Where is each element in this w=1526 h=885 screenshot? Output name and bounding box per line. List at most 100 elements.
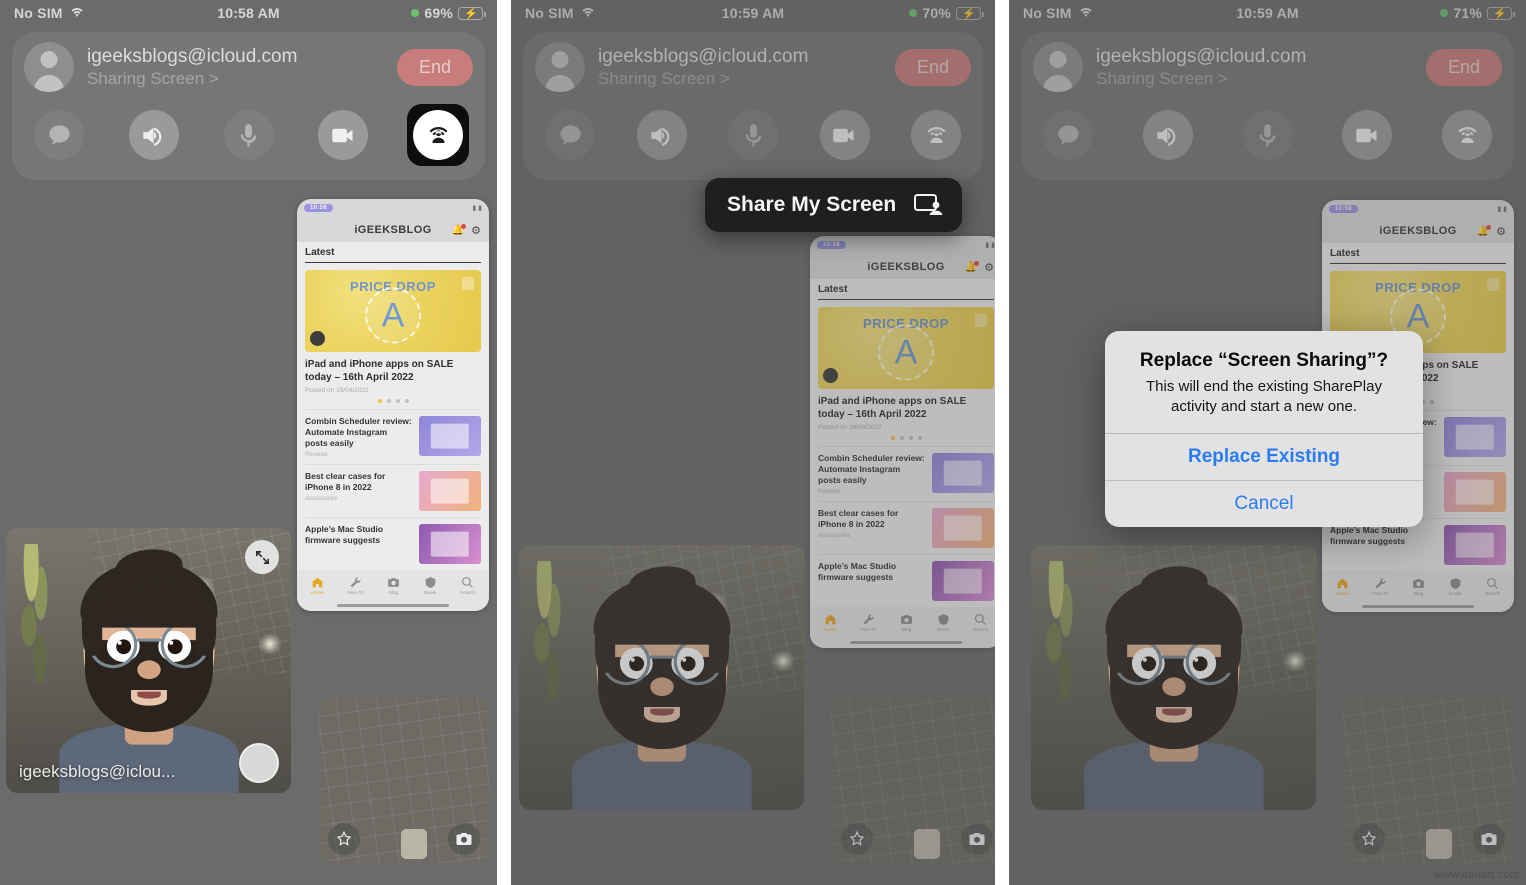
tab-blog[interactable]: Blog [387,576,400,596]
flip-camera-button[interactable] [961,823,993,855]
panel-step-3: No SIM 10:59 AM 71% ⚡ igeeksblogs@icloud… [1009,0,1526,885]
shutter-button[interactable] [239,743,279,783]
list-item[interactable]: Apple’s Mac Studio firmware suggests [305,517,481,570]
tab-search[interactable]: Search [460,576,475,596]
list-item[interactable]: Apple’s Mac Studio firmware suggests [818,554,994,607]
control-speaker-wrap [1137,104,1199,166]
recording-indicator-dot [909,9,918,17]
mute-button[interactable] [728,110,778,160]
shareplay-button[interactable] [1442,110,1492,160]
article-thumbnail [1444,525,1506,566]
tab-home[interactable]: Home [824,613,837,633]
facetime-banner: igeeksblogs@icloud.com Sharing Screen > … [1021,32,1514,180]
video-camera-icon [833,128,854,142]
speaker-button[interactable] [128,110,179,160]
tab-blog[interactable]: Blog [1412,577,1425,597]
tab-deals[interactable]: Deals [937,613,950,633]
remote-video-tile[interactable] [519,545,804,810]
share-my-screen-menu-item[interactable]: Share My Screen [705,178,963,232]
self-view-tile[interactable] [831,698,995,863]
shareplay-button[interactable] [413,110,463,160]
hero-title[interactable]: iPad and iPhone apps on SALE today – 16t… [818,396,994,421]
sharing-status-link[interactable]: Sharing Screen > [598,69,882,89]
tab-search[interactable]: Search [1485,577,1500,597]
flip-camera-button[interactable] [448,823,480,855]
bookmark-icon[interactable] [1487,278,1499,291]
list-item[interactable]: Best clear cases for iPhone 8 in 2022 Ac… [818,501,994,554]
bell-icon[interactable]: 🔔 [965,260,980,273]
tab-deals[interactable]: Deals [424,576,437,596]
bookmark-icon[interactable] [462,277,474,290]
mute-button[interactable] [1242,110,1293,160]
messages-button[interactable] [545,110,595,160]
shared-screen-preview[interactable]: 10:58 ▮ ▮ iGEEKSBLOG 🔔 ⚙ Latest PRICE DR… [297,199,489,611]
speaker-icon [143,127,162,146]
preview-status-icons: ▮ ▮ [1497,206,1507,213]
shared-screen-preview[interactable]: 10:58 ▮ ▮ iGEEKSBLOG 🔔 ⚙ Latest PRICE DR… [810,236,995,648]
speaker-button[interactable] [1142,110,1193,160]
camera-button[interactable] [1342,110,1393,160]
expand-button[interactable] [245,540,279,574]
effects-button[interactable] [1353,823,1385,855]
sharing-status-link[interactable]: Sharing Screen > [87,69,384,89]
flip-camera-button[interactable] [1473,823,1505,855]
effects-button[interactable] [328,823,360,855]
gear-icon[interactable]: ⚙ [471,224,481,237]
end-call-button[interactable]: End [1425,48,1502,86]
avatar [1033,42,1083,92]
carousel-dots[interactable] [305,399,481,403]
bell-icon[interactable]: 🔔 [452,223,467,236]
effects-button[interactable] [841,823,873,855]
gear-icon[interactable]: ⚙ [984,261,994,274]
tab-how-to[interactable]: How-To [347,576,364,596]
messages-button[interactable] [34,110,84,160]
carrier-label: No SIM [14,5,63,21]
tab-home[interactable]: Home [311,576,324,596]
home-indicator [1322,601,1514,612]
microphone-icon [1259,123,1276,147]
tab-home[interactable]: Home [1336,577,1349,597]
replace-existing-button[interactable]: Replace Existing [1105,433,1423,480]
remote-video-tile[interactable]: igeeksblogs@iclou... [6,528,291,793]
list-item[interactable]: Combin Scheduler review: Automate Instag… [305,409,481,464]
camera-button[interactable] [318,110,369,160]
speaker-button[interactable] [636,110,687,160]
mute-button[interactable] [223,110,274,160]
camera-icon [388,578,399,587]
self-view-tile[interactable] [1343,698,1515,863]
carousel-dots[interactable] [818,436,994,440]
participant-email: igeeksblogs@icloud.com [87,45,298,67]
list-item[interactable]: Best clear cases for iPhone 8 in 2022 Ac… [305,464,481,517]
gear-icon[interactable]: ⚙ [1496,225,1506,238]
shareplay-icon [927,126,945,143]
shareplay-button[interactable] [911,110,961,160]
end-call-button[interactable]: End [396,48,473,86]
hero-image[interactable]: PRICE DROP A [818,307,994,389]
status-bar: No SIM 10:59 AM 70% ⚡ [511,0,995,26]
camera-button[interactable] [819,110,870,160]
cancel-button[interactable]: Cancel [1105,480,1423,527]
hero-title[interactable]: iPad and iPhone apps on SALE today – 16t… [305,359,481,384]
remote-video-tile[interactable] [1031,545,1316,810]
author-badge [310,331,325,346]
messages-button[interactable] [1043,110,1093,160]
microphone-icon [745,123,761,147]
app-store-icon: A [365,287,421,344]
self-view-tile[interactable] [318,698,490,863]
end-call-button[interactable]: End [894,48,971,86]
participant-email: igeeksblogs@icloud.com [598,45,809,67]
star-effects-icon [1361,830,1377,846]
tab-search[interactable]: Search [973,613,988,633]
sharing-status-link[interactable]: Sharing Screen > [1096,69,1413,89]
hero-image[interactable]: PRICE DROP A [305,270,481,352]
bell-icon[interactable]: 🔔 [1477,224,1492,237]
preview-tab-bar: Home How-To Blog Deals Search [297,570,489,601]
tab-how-to[interactable]: How-To [1372,577,1389,597]
bookmark-icon[interactable] [975,314,987,327]
tab-blog[interactable]: Blog [900,613,913,633]
control-shareplay-wrap [905,104,967,166]
tab-how-to[interactable]: How-To [860,613,877,633]
list-item[interactable]: Combin Scheduler review: Automate Instag… [818,446,994,501]
tab-deals[interactable]: Deals [1449,577,1462,597]
avatar [24,42,74,92]
